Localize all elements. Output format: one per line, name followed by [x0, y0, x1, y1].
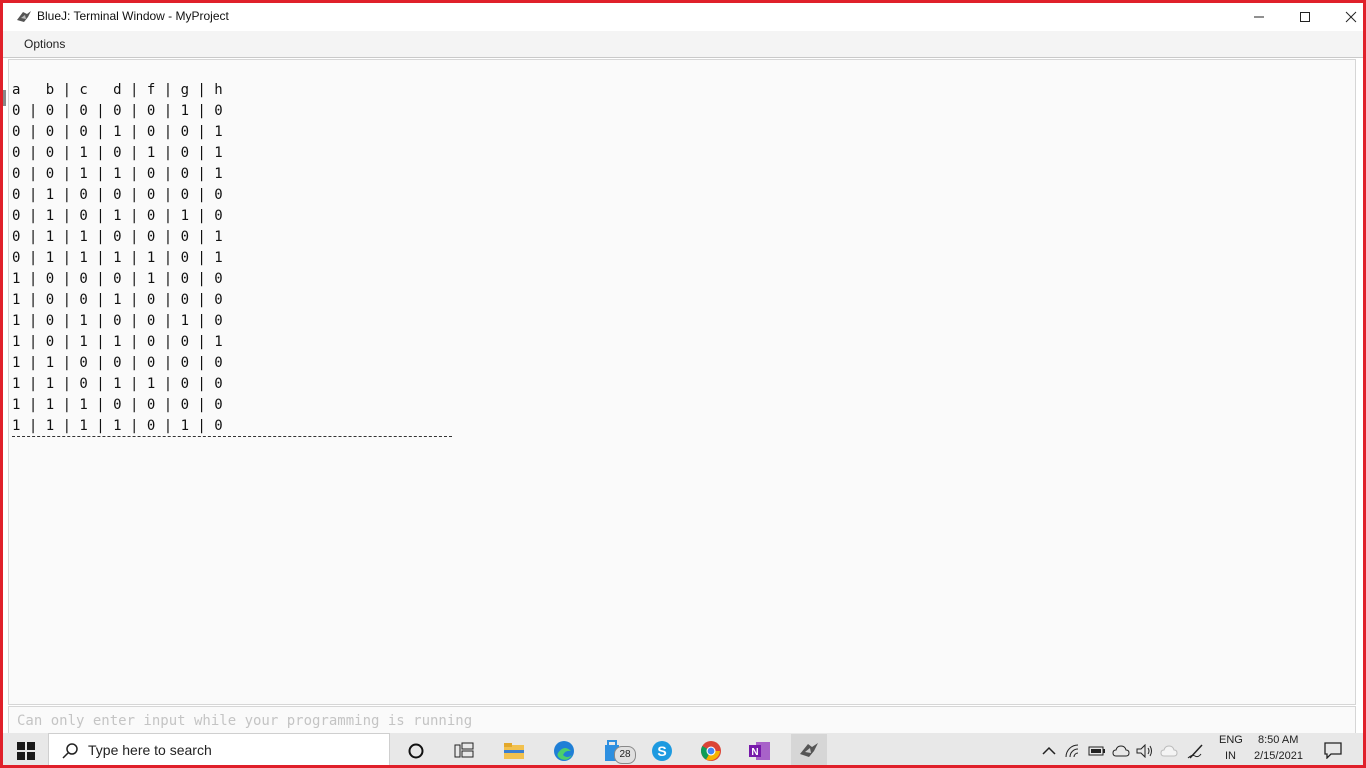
- wifi-icon[interactable]: [1063, 741, 1083, 761]
- terminal-line: 0 | 0 | 0 | 0 | 0 | 1 | 0: [12, 103, 223, 119]
- maximize-icon: [1300, 12, 1310, 22]
- start-button[interactable]: [8, 733, 44, 768]
- terminal-line: 0 | 1 | 0 | 0 | 0 | 0 | 0: [12, 187, 223, 203]
- terminal-output: a b | c d | f | g | h 0 | 0 | 0 | 0 | 0 …: [12, 80, 223, 437]
- minimize-button[interactable]: [1236, 3, 1282, 31]
- search-placeholder: Type here to search: [88, 742, 212, 758]
- terminal-line: 1 | 0 | 1 | 0 | 0 | 1 | 0: [12, 313, 223, 329]
- windows-icon: [17, 741, 35, 760]
- terminal-line: 1 | 0 | 0 | 1 | 0 | 0 | 0: [12, 292, 223, 308]
- file-explorer-icon[interactable]: [499, 736, 529, 766]
- volume-icon[interactable]: [1135, 741, 1155, 761]
- clock-time[interactable]: 8:50 AM: [1258, 734, 1298, 746]
- terminal-line: a b | c d | f | g | h: [12, 82, 223, 98]
- terminal-line: 1 | 0 | 1 | 1 | 0 | 0 | 1: [12, 334, 223, 350]
- terminal-line: 1 | 1 | 1 | 0 | 0 | 0 | 0: [12, 397, 223, 413]
- onenote-icon[interactable]: N: [745, 736, 775, 766]
- pen-icon[interactable]: [1186, 741, 1206, 761]
- terminal-input[interactable]: [15, 710, 1319, 732]
- edge-icon[interactable]: [549, 736, 579, 766]
- terminal-line: 1 | 1 | 1 | 1 | 0 | 1 | 0: [12, 418, 223, 434]
- maximize-button[interactable]: [1282, 3, 1328, 31]
- bluej-taskbar-icon[interactable]: [791, 734, 827, 766]
- terminal-output-area[interactable]: a b | c d | f | g | h 0 | 0 | 0 | 0 | 0 …: [8, 59, 1356, 705]
- taskbar: Type here to search S N ENG IN 8:50 AM 2…: [0, 733, 1366, 768]
- onedrive-icon[interactable]: [1111, 741, 1131, 761]
- chrome-icon[interactable]: [696, 736, 726, 766]
- close-button[interactable]: [1328, 3, 1366, 31]
- terminal-line: 0 | 0 | 1 | 1 | 0 | 0 | 1: [12, 166, 223, 182]
- minimize-icon: [1254, 16, 1264, 18]
- title-bar[interactable]: BlueJ: Terminal Window - MyProject: [3, 3, 1363, 31]
- svg-text:S: S: [657, 743, 666, 759]
- terminal-line: 0 | 1 | 1 | 0 | 0 | 0 | 1: [12, 229, 223, 245]
- output-separator: [12, 436, 452, 437]
- svg-text:N: N: [751, 747, 758, 758]
- cortana-icon[interactable]: [401, 736, 431, 766]
- terminal-line: 0 | 1 | 0 | 1 | 0 | 1 | 0: [12, 208, 223, 224]
- region-indicator[interactable]: IN: [1225, 750, 1236, 762]
- chevron-up-icon[interactable]: [1039, 741, 1059, 761]
- terminal-line: 1 | 1 | 0 | 1 | 1 | 0 | 0: [12, 376, 223, 392]
- terminal-line: 0 | 1 | 1 | 1 | 1 | 0 | 1: [12, 250, 223, 266]
- terminal-line: 0 | 0 | 0 | 1 | 0 | 0 | 1: [12, 124, 223, 140]
- skype-icon[interactable]: S: [647, 736, 677, 766]
- terminal-line: 1 | 0 | 0 | 0 | 1 | 0 | 0: [12, 271, 223, 287]
- menu-bar: Options: [3, 31, 1363, 58]
- search-icon: [61, 742, 79, 765]
- close-icon: [1345, 11, 1357, 23]
- notification-icon[interactable]: [1323, 740, 1343, 760]
- window-edge: [3, 90, 6, 106]
- terminal-input-bar[interactable]: [8, 706, 1356, 734]
- terminal-window: BlueJ: Terminal Window - MyProject Optio…: [3, 3, 1363, 736]
- terminal-line: 0 | 0 | 1 | 0 | 1 | 0 | 1: [12, 145, 223, 161]
- clock-date[interactable]: 2/15/2021: [1254, 750, 1303, 762]
- store-badge: 28: [614, 746, 636, 764]
- cloud-icon[interactable]: [1159, 741, 1179, 761]
- battery-icon[interactable]: [1087, 741, 1107, 761]
- menu-options[interactable]: Options: [24, 37, 65, 51]
- bluej-bird-icon: [15, 8, 33, 26]
- language-indicator[interactable]: ENG: [1219, 734, 1243, 746]
- task-view-icon[interactable]: [449, 736, 479, 766]
- taskbar-search[interactable]: Type here to search: [48, 733, 390, 768]
- terminal-line: 1 | 1 | 0 | 0 | 0 | 0 | 0: [12, 355, 223, 371]
- window-title: BlueJ: Terminal Window - MyProject: [37, 9, 229, 23]
